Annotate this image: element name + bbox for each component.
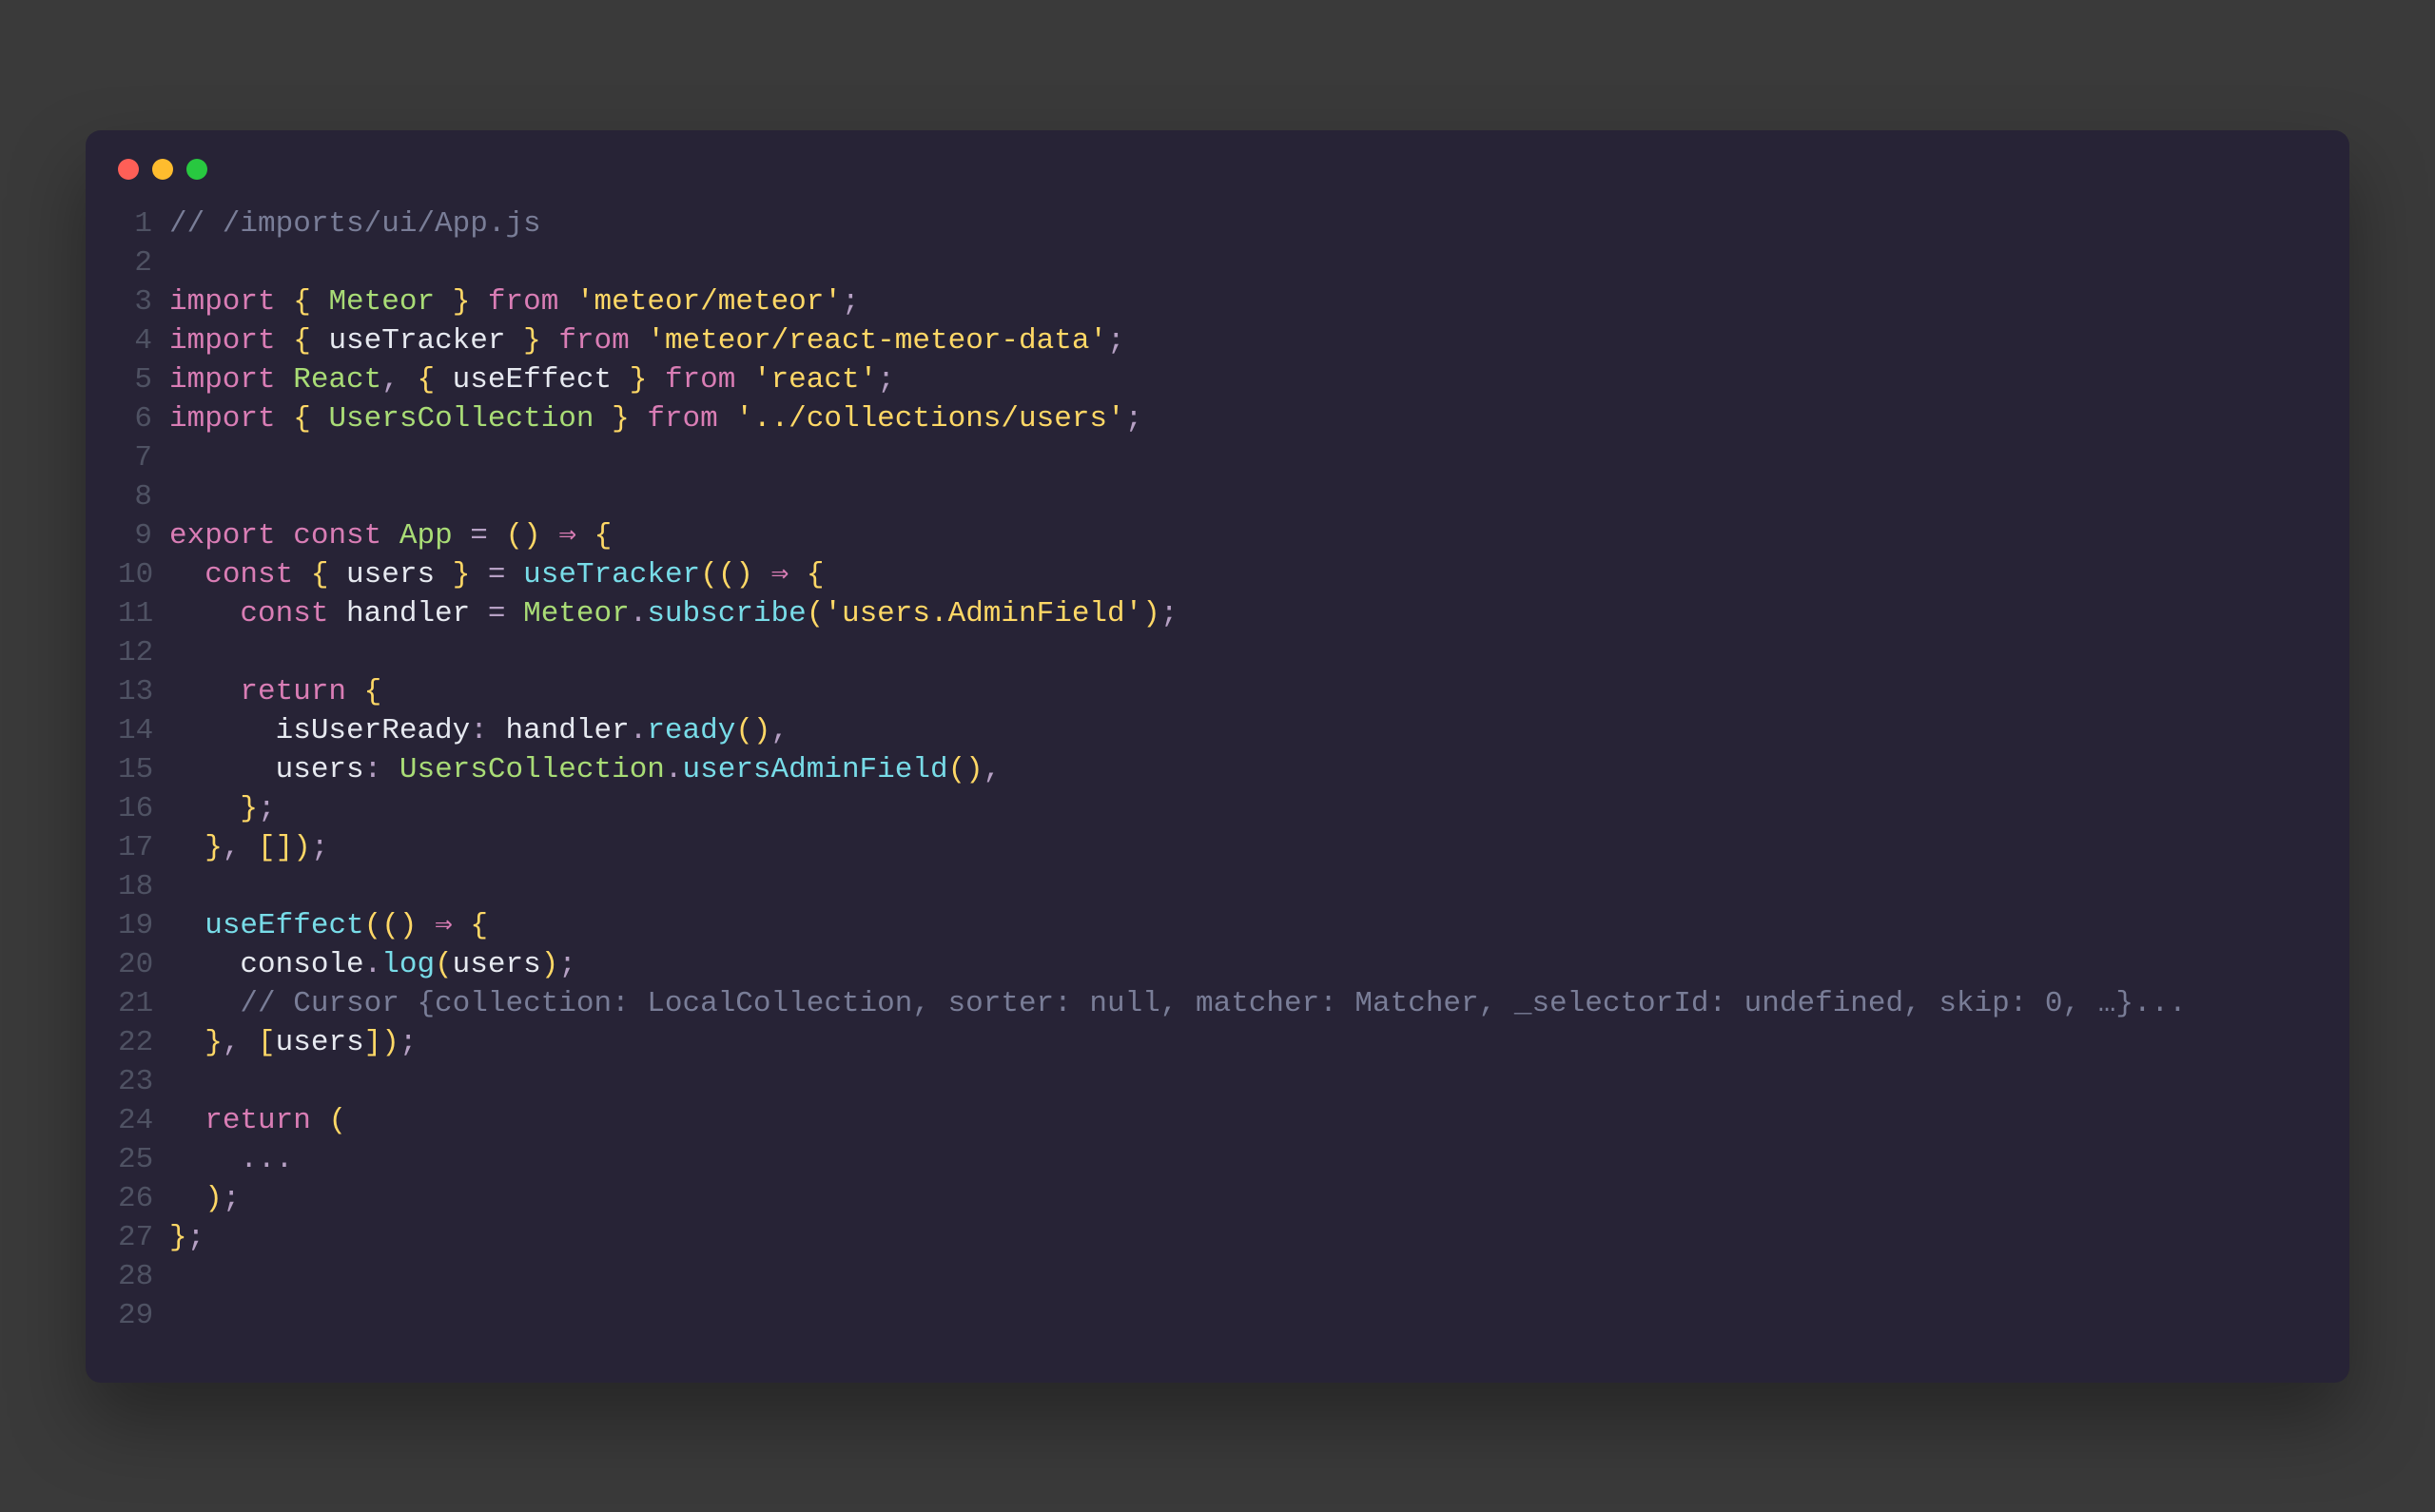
- line-number: 20: [118, 945, 169, 984]
- code-content[interactable]: }, []);: [169, 828, 328, 867]
- window-titlebar: [86, 130, 2349, 195]
- code-content[interactable]: import { Meteor } from 'meteor/meteor';: [169, 282, 860, 321]
- code-content[interactable]: export const App = () ⇒ {: [169, 516, 612, 555]
- code-line[interactable]: 8: [118, 477, 2317, 516]
- code-editor[interactable]: 1// /imports/ui/App.js2 3import { Meteor…: [86, 195, 2349, 1383]
- line-number: 18: [118, 867, 169, 906]
- code-line[interactable]: 7: [118, 438, 2317, 477]
- line-number: 21: [118, 984, 169, 1023]
- code-line[interactable]: 1// /imports/ui/App.js: [118, 204, 2317, 243]
- line-number: 8: [118, 477, 169, 516]
- line-number: 17: [118, 828, 169, 867]
- code-window: 1// /imports/ui/App.js2 3import { Meteor…: [86, 130, 2349, 1383]
- code-content[interactable]: );: [169, 1179, 240, 1218]
- code-content[interactable]: ...: [169, 1140, 293, 1179]
- line-number: 4: [118, 321, 169, 360]
- code-line[interactable]: 20 console.log(users);: [118, 945, 2317, 984]
- line-number: 24: [118, 1101, 169, 1140]
- code-content[interactable]: }, [users]);: [169, 1023, 418, 1062]
- line-number: 10: [118, 555, 169, 594]
- code-line[interactable]: 23: [118, 1062, 2317, 1101]
- line-number: 6: [118, 399, 169, 438]
- line-number: 15: [118, 750, 169, 789]
- code-line[interactable]: 10 const { users } = useTracker(() ⇒ {: [118, 555, 2317, 594]
- line-number: 11: [118, 594, 169, 633]
- line-number: 5: [118, 360, 169, 399]
- code-line[interactable]: 29: [118, 1296, 2317, 1335]
- code-content[interactable]: // Cursor {collection: LocalCollection, …: [169, 984, 2187, 1023]
- line-number: 28: [118, 1257, 169, 1296]
- code-content[interactable]: import { useTracker } from 'meteor/react…: [169, 321, 1125, 360]
- code-content[interactable]: [169, 477, 187, 516]
- code-content[interactable]: console.log(users);: [169, 945, 576, 984]
- code-line[interactable]: 11 const handler = Meteor.subscribe('use…: [118, 594, 2317, 633]
- code-line[interactable]: 16 };: [118, 789, 2317, 828]
- code-line[interactable]: 6import { UsersCollection } from '../col…: [118, 399, 2317, 438]
- code-content[interactable]: isUserReady: handler.ready(),: [169, 711, 789, 750]
- line-number: 2: [118, 243, 169, 282]
- code-content[interactable]: const handler = Meteor.subscribe('users.…: [169, 594, 1178, 633]
- code-content[interactable]: const { users } = useTracker(() ⇒ {: [169, 555, 824, 594]
- code-line[interactable]: 21 // Cursor {collection: LocalCollectio…: [118, 984, 2317, 1023]
- line-number: 12: [118, 633, 169, 672]
- code-content[interactable]: [169, 438, 187, 477]
- code-content[interactable]: [169, 867, 187, 906]
- line-number: 22: [118, 1023, 169, 1062]
- line-number: 14: [118, 711, 169, 750]
- line-number: 13: [118, 672, 169, 711]
- code-line[interactable]: 24 return (: [118, 1101, 2317, 1140]
- line-number: 25: [118, 1140, 169, 1179]
- code-line[interactable]: 14 isUserReady: handler.ready(),: [118, 711, 2317, 750]
- line-number: 26: [118, 1179, 169, 1218]
- close-icon[interactable]: [118, 159, 139, 180]
- line-number: 9: [118, 516, 169, 555]
- code-content[interactable]: users: UsersCollection.usersAdminField()…: [169, 750, 1001, 789]
- code-content[interactable]: [169, 243, 187, 282]
- code-line[interactable]: 22 }, [users]);: [118, 1023, 2317, 1062]
- minimize-icon[interactable]: [152, 159, 173, 180]
- code-line[interactable]: 3import { Meteor } from 'meteor/meteor';: [118, 282, 2317, 321]
- code-content[interactable]: };: [169, 1218, 205, 1257]
- code-line[interactable]: 9export const App = () ⇒ {: [118, 516, 2317, 555]
- code-content[interactable]: return {: [169, 672, 381, 711]
- code-line[interactable]: 15 users: UsersCollection.usersAdminFiel…: [118, 750, 2317, 789]
- line-number: 23: [118, 1062, 169, 1101]
- code-line[interactable]: 26 );: [118, 1179, 2317, 1218]
- line-number: 27: [118, 1218, 169, 1257]
- line-number: 29: [118, 1296, 169, 1335]
- line-number: 7: [118, 438, 169, 477]
- code-content[interactable]: };: [169, 789, 276, 828]
- code-line[interactable]: 12: [118, 633, 2317, 672]
- code-line[interactable]: 27};: [118, 1218, 2317, 1257]
- code-line[interactable]: 28: [118, 1257, 2317, 1296]
- code-line[interactable]: 25 ...: [118, 1140, 2317, 1179]
- code-content[interactable]: // /imports/ui/App.js: [169, 204, 541, 243]
- code-content[interactable]: return (: [169, 1101, 346, 1140]
- code-line[interactable]: 13 return {: [118, 672, 2317, 711]
- line-number: 16: [118, 789, 169, 828]
- line-number: 19: [118, 906, 169, 945]
- code-content[interactable]: useEffect(() ⇒ {: [169, 906, 488, 945]
- code-content[interactable]: import React, { useEffect } from 'react'…: [169, 360, 895, 399]
- code-line[interactable]: 19 useEffect(() ⇒ {: [118, 906, 2317, 945]
- code-content[interactable]: [169, 1257, 187, 1296]
- code-content[interactable]: import { UsersCollection } from '../coll…: [169, 399, 1142, 438]
- code-content[interactable]: [169, 1296, 187, 1335]
- line-number: 3: [118, 282, 169, 321]
- code-line[interactable]: 17 }, []);: [118, 828, 2317, 867]
- code-line[interactable]: 5import React, { useEffect } from 'react…: [118, 360, 2317, 399]
- line-number: 1: [118, 204, 169, 243]
- code-content[interactable]: [169, 1062, 187, 1101]
- zoom-icon[interactable]: [186, 159, 207, 180]
- code-line[interactable]: 18: [118, 867, 2317, 906]
- code-line[interactable]: 2: [118, 243, 2317, 282]
- code-content[interactable]: [169, 633, 187, 672]
- code-line[interactable]: 4import { useTracker } from 'meteor/reac…: [118, 321, 2317, 360]
